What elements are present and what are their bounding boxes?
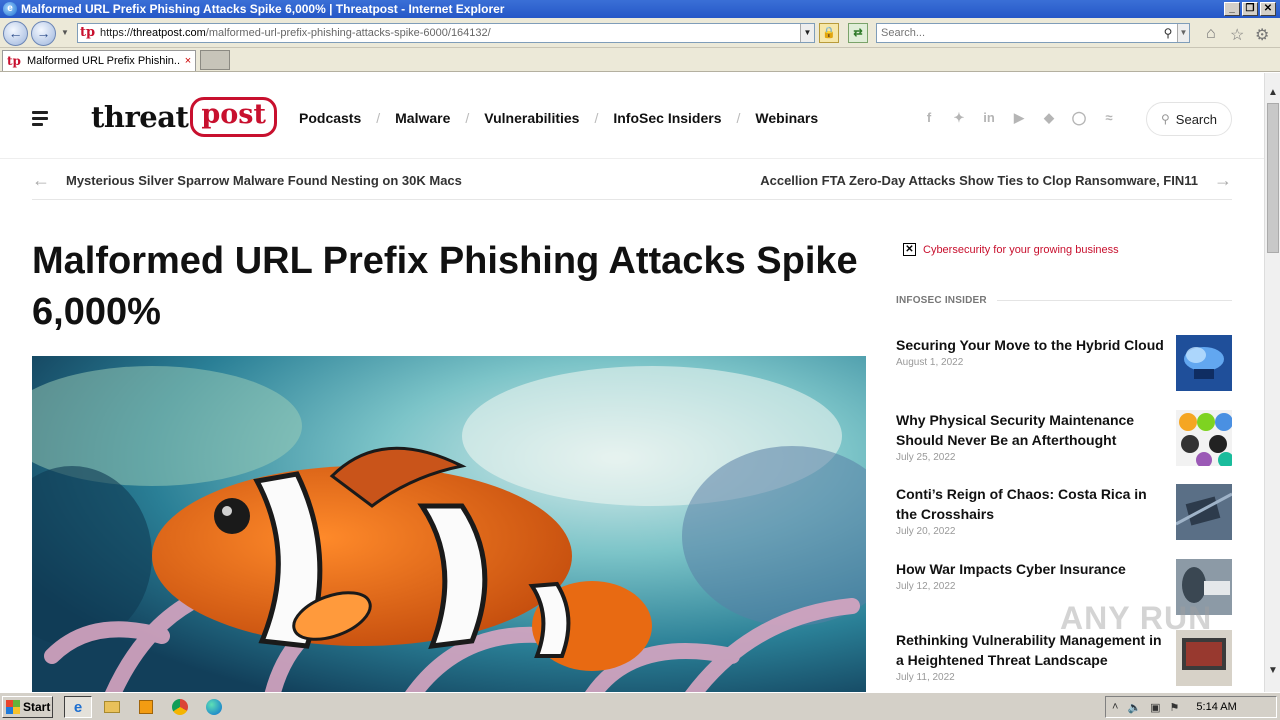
insider-title[interactable]: Conti’s Reign of Chaos: Costa Rica in th… — [896, 484, 1164, 524]
list-item[interactable]: Conti’s Reign of Chaos: Costa Rica in th… — [896, 484, 1232, 540]
home-icon[interactable]: ⌂ — [1206, 25, 1216, 43]
feedly-icon[interactable]: ◆ — [1040, 110, 1058, 126]
window-title: Malformed URL Prefix Phishing Attacks Sp… — [21, 2, 505, 16]
window-titlebar: e Malformed URL Prefix Phishing Attacks … — [0, 0, 1280, 18]
page-scrollbar[interactable]: ▲ ▼ — [1264, 73, 1280, 692]
section-title: INFOSEC INSIDER — [896, 295, 987, 306]
list-item[interactable]: Rethinking Vulnerability Management in a… — [896, 630, 1232, 686]
article-title: Malformed URL Prefix Phishing Attacks Sp… — [32, 240, 858, 333]
sidebar-ad[interactable]: ✕ Cybersecurity for your growing busines… — [903, 243, 1119, 256]
prev-article-title: Mysterious Silver Sparrow Malware Found … — [66, 173, 462, 188]
browser-search-box[interactable]: ⚲ ▼ — [876, 23, 1190, 43]
nav-vulnerabilities[interactable]: Vulnerabilities — [484, 110, 579, 126]
taskbar: Start e ˄ 🔈 ▣ ⚑ 5:14 AM — [0, 692, 1280, 720]
clownfish-image — [32, 356, 866, 692]
main-nav: Podcasts / Malware / Vulnerabilities / I… — [299, 110, 819, 126]
tab-threatpost[interactable]: tp Malformed URL Prefix Phishin... × — [2, 50, 196, 71]
ad-text[interactable]: Cybersecurity for your growing business — [923, 244, 1119, 256]
history-dropdown-icon[interactable]: ▼ — [61, 28, 69, 37]
tab-bar: tp Malformed URL Prefix Phishin... × — [0, 48, 1280, 72]
insider-title[interactable]: Why Physical Security Maintenance Should… — [896, 410, 1164, 450]
site-search-label: Search — [1175, 111, 1217, 127]
article-hero-image — [32, 356, 866, 692]
search-dropdown-icon[interactable]: ▼ — [1177, 24, 1189, 42]
article-prev-next: ← Mysterious Silver Sparrow Malware Foun… — [32, 167, 1232, 200]
windows-flag-icon — [6, 700, 20, 714]
address-bar[interactable]: tp https://threatpost.com/malformed-url-… — [77, 23, 815, 43]
list-item[interactable]: Securing Your Move to the Hybrid Cloud A… — [896, 335, 1232, 391]
broken-image-icon: ✕ — [903, 243, 916, 256]
nav-webinars[interactable]: Webinars — [755, 110, 818, 126]
linkedin-icon[interactable]: in — [980, 110, 998, 126]
back-button[interactable]: ← — [3, 21, 28, 46]
tray-expand-icon[interactable]: ˄ — [1112, 701, 1118, 713]
insider-thumbnail[interactable] — [1176, 630, 1232, 686]
browser-search-input[interactable] — [877, 27, 1159, 39]
prev-article-link[interactable]: ← Mysterious Silver Sparrow Malware Foun… — [32, 170, 462, 191]
nav-infosec-insiders[interactable]: InfoSec Insiders — [613, 110, 721, 126]
search-icon[interactable]: ⚲ — [1159, 26, 1177, 40]
taskbar-edge-icon[interactable] — [200, 696, 228, 718]
list-item[interactable]: How War Impacts Cyber Insurance July 12,… — [896, 559, 1232, 615]
site-favicon-icon: tp — [80, 25, 96, 40]
start-label: Start — [23, 700, 51, 714]
scroll-down-icon[interactable]: ▼ — [1265, 663, 1280, 679]
volume-icon[interactable]: 🔈 — [1127, 701, 1141, 714]
infosec-insider-header: INFOSEC INSIDER — [896, 295, 1232, 306]
taskbar-ie-icon[interactable]: e — [64, 696, 92, 718]
next-article-title: Accellion FTA Zero-Day Attacks Show Ties… — [760, 173, 1198, 188]
list-item[interactable]: Why Physical Security Maintenance Should… — [896, 410, 1232, 466]
insider-thumbnail[interactable] — [1176, 335, 1232, 391]
site-search-button[interactable]: ⚲ Search — [1146, 102, 1232, 136]
threatpost-logo[interactable]: threat post — [91, 97, 277, 137]
social-links: f ✦ in ▶ ◆ ◯ ≈ — [920, 110, 1118, 126]
internet-explorer-icon: e — [3, 2, 17, 16]
new-tab-button[interactable] — [200, 50, 230, 70]
instagram-icon[interactable]: ◯ — [1070, 110, 1088, 126]
site-header: threat post Podcasts / Malware / Vulnera… — [0, 73, 1264, 159]
nav-podcasts[interactable]: Podcasts — [299, 110, 361, 126]
anyrun-watermark: ANY RUN — [1060, 600, 1213, 636]
facebook-icon[interactable]: f — [920, 110, 938, 126]
address-url[interactable]: https://threatpost.com/malformed-url-pre… — [100, 27, 800, 39]
taskbar-chrome-icon[interactable] — [166, 696, 194, 718]
scroll-up-icon[interactable]: ▲ — [1265, 85, 1280, 101]
taskbar-media-player-icon[interactable] — [132, 696, 160, 718]
arrow-left-icon: ← — [32, 170, 50, 190]
search-icon: ⚲ — [1161, 112, 1170, 126]
insider-title[interactable]: How War Impacts Cyber Insurance — [896, 559, 1164, 579]
tab-favicon-icon: tp — [7, 54, 21, 68]
section-divider — [996, 300, 1232, 301]
favorites-star-icon[interactable]: ☆ — [1230, 25, 1244, 45]
forward-button[interactable]: → — [31, 21, 56, 46]
taskbar-explorer-icon[interactable] — [98, 696, 126, 718]
menu-hamburger-icon[interactable] — [32, 111, 48, 129]
restore-button[interactable]: ❐ — [1242, 2, 1258, 16]
youtube-icon[interactable]: ▶ — [1010, 110, 1028, 126]
twitter-icon[interactable]: ✦ — [950, 110, 968, 126]
settings-gear-icon[interactable]: ⚙ — [1255, 25, 1269, 45]
nav-malware[interactable]: Malware — [395, 110, 450, 126]
next-article-link[interactable]: Accellion FTA Zero-Day Attacks Show Ties… — [760, 170, 1232, 191]
tab-label: Malformed URL Prefix Phishin... — [27, 55, 181, 67]
insider-thumbnail[interactable] — [1176, 484, 1232, 540]
minimize-button[interactable]: _ — [1224, 2, 1240, 16]
insider-thumbnail[interactable] — [1176, 410, 1232, 466]
tab-close-icon[interactable]: × — [181, 55, 195, 67]
close-window-button[interactable]: ✕ — [1260, 2, 1276, 16]
tray-clock[interactable]: 5:14 AM — [1196, 701, 1236, 713]
insider-title[interactable]: Securing Your Move to the Hybrid Cloud — [896, 335, 1164, 355]
address-dropdown-icon[interactable]: ▼ — [800, 24, 814, 42]
refresh-icon[interactable]: ⇄ — [848, 23, 868, 43]
network-icon[interactable]: ▣ — [1150, 701, 1160, 714]
browser-navbar: ← → ▼ tp https://threatpost.com/malforme… — [0, 18, 1280, 48]
action-center-flag-icon[interactable]: ⚑ — [1170, 701, 1180, 714]
arrow-right-icon: → — [1214, 170, 1232, 190]
lock-icon[interactable]: 🔒 — [819, 23, 839, 43]
start-button[interactable]: Start — [2, 696, 53, 718]
rss-icon[interactable]: ≈ — [1100, 110, 1118, 126]
scroll-thumb[interactable] — [1267, 103, 1279, 253]
system-tray: ˄ 🔈 ▣ ⚑ 5:14 AM — [1105, 696, 1277, 718]
